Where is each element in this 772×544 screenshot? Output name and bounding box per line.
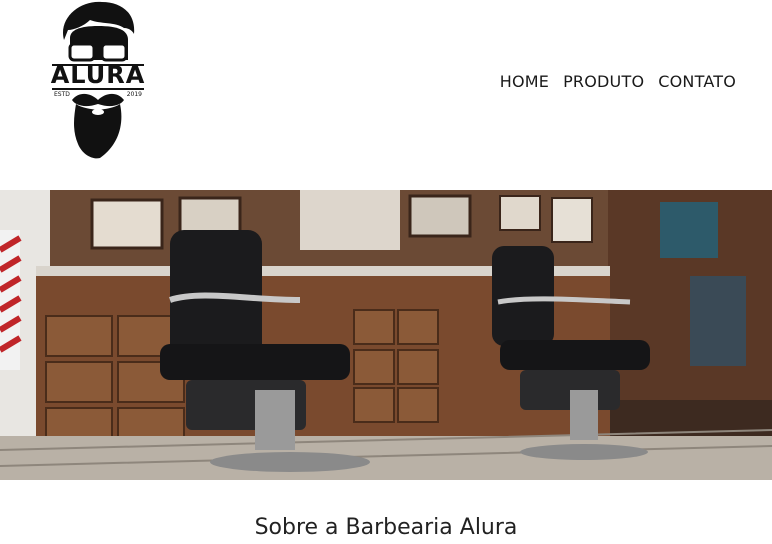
barbershop-photo bbox=[0, 190, 772, 480]
section-title: Sobre a Barbearia Alura bbox=[254, 515, 518, 540]
hero-banner-image bbox=[0, 190, 772, 480]
site-header: ALURA ESTD 2019 HOME PRODUTO CONTATO bbox=[0, 0, 772, 190]
nav-home-link[interactable]: HOME bbox=[500, 72, 549, 91]
logo-year: 2019 bbox=[126, 91, 142, 98]
alura-logo[interactable]: ALURA ESTD 2019 bbox=[50, 0, 146, 162]
nav-produto-link[interactable]: PRODUTO bbox=[563, 72, 644, 91]
main-nav: HOME PRODUTO CONTATO bbox=[500, 72, 736, 91]
nav-contato-link[interactable]: CONTATO bbox=[658, 72, 736, 91]
logo-text: ALURA bbox=[50, 61, 146, 89]
logo-estd: ESTD bbox=[54, 91, 70, 98]
